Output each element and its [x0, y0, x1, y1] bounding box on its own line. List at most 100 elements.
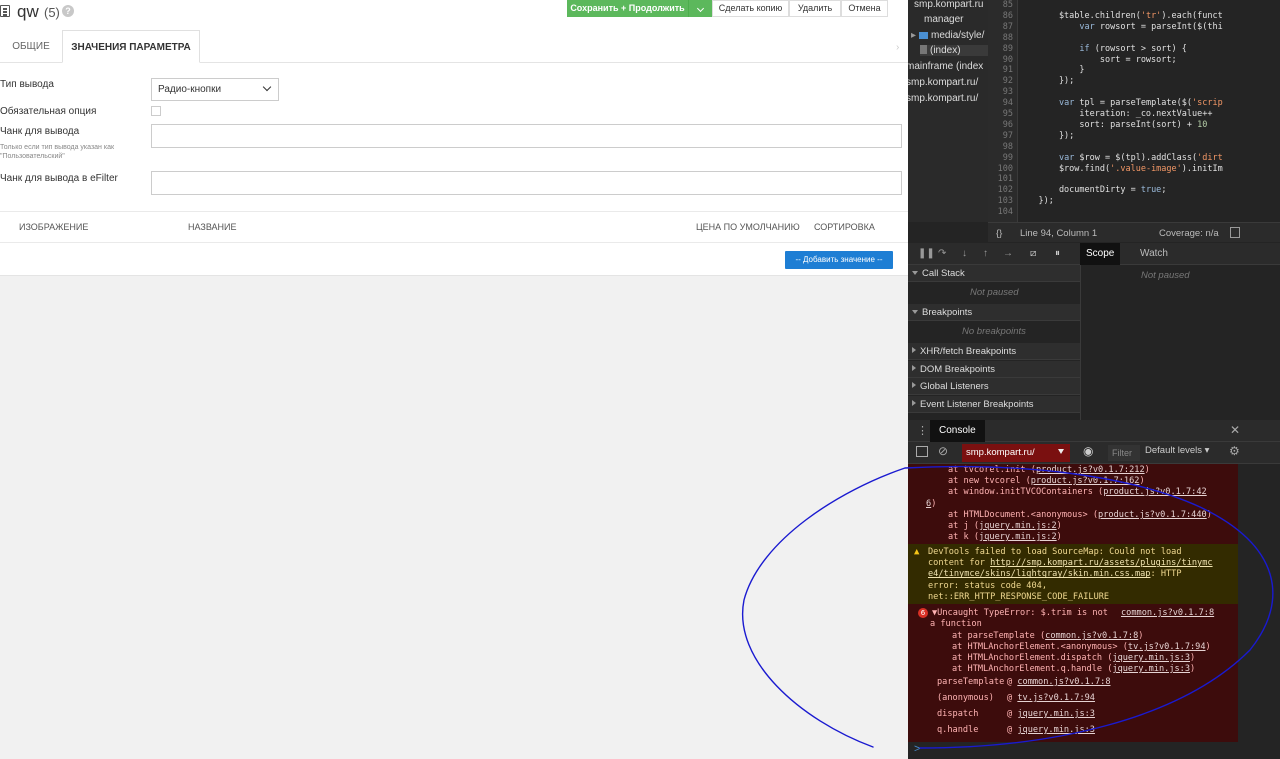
delete-button[interactable]: Удалить [789, 0, 841, 17]
code-line: var tpl = parseTemplate($('scrip [1058, 98, 1223, 109]
step-out-icon[interactable]: ↑ [983, 248, 988, 259]
line-number[interactable]: 103 [998, 196, 1013, 206]
line-number[interactable]: 96 [1003, 120, 1013, 130]
close-icon[interactable]: ✕ [1230, 423, 1240, 437]
save-continue-button[interactable]: Сохранить + Продолжить [567, 0, 688, 17]
line-number[interactable]: 94 [1003, 98, 1013, 108]
output-type-select[interactable]: Радио-кнопки [151, 78, 279, 101]
deactivate-breakpoints-icon[interactable]: ⧄ [1030, 248, 1036, 259]
nav-item-manager[interactable]: manager [924, 14, 963, 25]
scope-pane: Not paused [1080, 265, 1280, 420]
source-link[interactable]: product.js?v0.1.7:162 [1031, 476, 1140, 486]
line-number[interactable]: 98 [1003, 142, 1013, 152]
save-dropdown-chevron-icon[interactable] [688, 0, 712, 17]
tab-bar: ОБЩИЕ ЗНАЧЕНИЯ ПАРАМЕТРА › [0, 30, 908, 63]
more-menu-icon[interactable]: ⋮ [917, 424, 928, 437]
line-number[interactable]: 90 [1003, 55, 1013, 65]
sidebar-toggle-icon[interactable] [916, 446, 928, 457]
source-link[interactable]: common.js?v0.1.7:8 [1121, 608, 1214, 618]
col-image[interactable]: ИЗОБРАЖЕНИЕ [19, 222, 88, 232]
tab-watch[interactable]: Watch [1134, 243, 1174, 265]
nav-item-media-style[interactable]: ▸ media/style/ [911, 30, 984, 41]
eye-icon[interactable]: ◉ [1083, 444, 1093, 458]
col-name[interactable]: НАЗВАНИЕ [188, 222, 237, 232]
event-breakpoints-header[interactable]: Event Listener Breakpoints [908, 396, 1080, 413]
pretty-print-icon[interactable]: {} [996, 228, 1002, 239]
console-prompt[interactable]: > [908, 742, 1238, 759]
line-number[interactable]: 91 [1003, 65, 1013, 75]
chunk-input[interactable] [151, 124, 902, 148]
source-link[interactable]: product.js?v0.1.7:440 [1098, 510, 1207, 520]
global-listeners-header[interactable]: Global Listeners [908, 378, 1080, 395]
settings-gear-icon[interactable]: ⚙ [1229, 444, 1240, 458]
source-link[interactable]: jquery.min.js:3 [1112, 664, 1190, 674]
code-editor[interactable]: $table.children('tr').each(funct var row… [1018, 0, 1280, 222]
chevron-right-icon[interactable]: › [896, 42, 899, 53]
line-number[interactable]: 87 [1003, 22, 1013, 32]
log-levels-select[interactable]: Default levels ▾ [1145, 445, 1209, 456]
source-link[interactable]: http://smp.kompart.ru/assets/plugins/tin… [990, 558, 1212, 568]
copy-button[interactable]: Сделать копию [712, 0, 789, 17]
line-number[interactable]: 101 [998, 174, 1013, 184]
source-link[interactable]: jquery.min.js:3 [1017, 725, 1095, 735]
source-link[interactable]: jquery.min.js:2 [979, 532, 1057, 542]
source-link[interactable]: e4/tinymce/skins/lightgray/skin.min.css.… [928, 569, 1150, 579]
collapse-triangle-icon [912, 382, 916, 388]
efilter-chunk-input[interactable] [151, 171, 902, 195]
pause-icon[interactable]: ❚❚ [918, 248, 935, 259]
filter-input[interactable]: Filter [1108, 445, 1140, 461]
col-default-price[interactable]: ЦЕНА ПО УМОЛЧАНИЮ [696, 222, 800, 232]
step-icon[interactable]: → [1003, 248, 1013, 259]
source-link[interactable]: product.js?v0.1.7:42 [1103, 487, 1206, 497]
line-number[interactable]: 104 [998, 207, 1013, 217]
breakpoints-header[interactable]: Breakpoints [908, 304, 1080, 321]
expand-triangle-icon [912, 310, 918, 314]
help-icon[interactable]: ? [62, 5, 74, 17]
line-number[interactable]: 93 [1003, 87, 1013, 97]
source-link[interactable]: tv.js?v0.1.7:94 [1017, 693, 1095, 703]
source-link[interactable]: tv.js?v0.1.7:94 [1128, 642, 1206, 652]
source-link[interactable]: product.js?v0.1.7:212 [1036, 465, 1145, 475]
xhr-breakpoints-header[interactable]: XHR/fetch Breakpoints [908, 343, 1080, 360]
line-number[interactable]: 92 [1003, 76, 1013, 86]
nav-item-origin-3[interactable]: smp.kompart.ru/ [908, 93, 978, 104]
source-link[interactable]: jquery.min.js:2 [979, 521, 1057, 531]
line-number[interactable]: 88 [1003, 33, 1013, 43]
line-number[interactable]: 99 [1003, 153, 1013, 163]
nav-item-index[interactable]: (index) [920, 45, 988, 56]
add-value-button[interactable]: -- Добавить значение -- [785, 251, 893, 269]
nav-item-mainframe[interactable]: mainframe (index [908, 61, 983, 72]
line-number[interactable]: 97 [1003, 131, 1013, 141]
required-checkbox[interactable] [151, 106, 161, 116]
tab-general[interactable]: ОБЩИЕ [0, 30, 62, 63]
console-output: at tvcorel.init (product.js?v0.1.7:212) a… [908, 464, 1238, 759]
call-stack-header[interactable]: Call Stack [908, 265, 1080, 282]
line-number[interactable]: 89 [1003, 44, 1013, 54]
tab-scope[interactable]: Scope [1080, 243, 1121, 265]
line-number[interactable]: 95 [1003, 109, 1013, 119]
step-into-icon[interactable]: ↓ [962, 248, 967, 259]
clear-console-icon[interactable]: ⊘ [938, 444, 948, 458]
source-link[interactable]: jquery.min.js:3 [1017, 709, 1095, 719]
col-sort[interactable]: СОРТИРОВКА [814, 222, 875, 232]
console-scrollbar[interactable] [1238, 464, 1246, 759]
dom-breakpoints-header[interactable]: DOM Breakpoints [908, 361, 1080, 378]
tab-console[interactable]: Console [930, 420, 985, 442]
pause-on-exceptions-icon[interactable]: ⏸ [1055, 248, 1060, 259]
cancel-button[interactable]: Отмена [841, 0, 888, 17]
source-link[interactable]: 6 [926, 499, 931, 509]
line-number[interactable]: 85 [1003, 0, 1013, 10]
source-link[interactable]: common.js?v0.1.7:8 [1045, 631, 1138, 641]
source-link[interactable]: common.js?v0.1.7:8 [1017, 677, 1110, 687]
line-number[interactable]: 102 [998, 185, 1013, 195]
context-select[interactable]: smp.kompart.ru/ [962, 444, 1070, 462]
line-number[interactable]: 100 [998, 164, 1013, 174]
file-icon [920, 45, 927, 54]
nav-item-origin[interactable]: smp.kompart.ru [914, 0, 983, 10]
source-link[interactable]: jquery.min.js:3 [1112, 653, 1190, 663]
nav-item-origin-2[interactable]: smp.kompart.ru/ [908, 77, 978, 88]
tab-param-values[interactable]: ЗНАЧЕНИЯ ПАРАМЕТРА [62, 30, 200, 63]
line-number[interactable]: 86 [1003, 11, 1013, 21]
step-over-icon[interactable]: ↷ [938, 248, 946, 259]
panel-toggle-icon[interactable] [1230, 227, 1240, 238]
